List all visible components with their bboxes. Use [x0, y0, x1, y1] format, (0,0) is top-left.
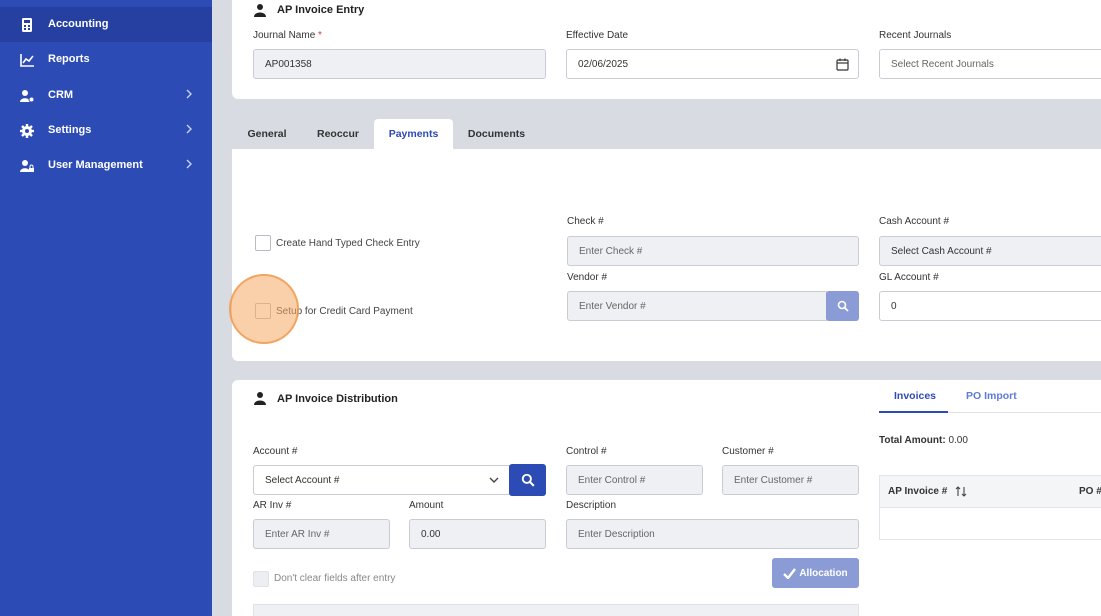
allocation-button[interactable]: Allocation: [772, 558, 859, 588]
user-icon: [254, 4, 266, 17]
sidebar-item-label: Accounting: [48, 18, 109, 30]
sidebar-item-label: User Management: [48, 159, 143, 171]
vendor-input[interactable]: Enter Vendor #: [567, 291, 827, 321]
cash-account-select[interactable]: Select Cash Account #: [879, 236, 1101, 266]
gl-account-label: GL Account #: [879, 272, 939, 283]
card-title: AP Invoice Distribution: [277, 393, 398, 405]
recent-journals-label: Recent Journals: [879, 30, 952, 41]
amount-input[interactable]: 0.00: [409, 519, 546, 549]
journal-name-input[interactable]: AP001358: [253, 49, 546, 79]
check-label: Check #: [567, 216, 604, 227]
gl-account-input[interactable]: 0: [879, 291, 1101, 321]
card-title: AP Invoice Entry: [277, 4, 365, 16]
vendor-label: Vendor #: [567, 272, 608, 283]
calculator-icon: [22, 18, 32, 32]
dont-clear-label: Don't clear fields after entry: [274, 573, 396, 584]
tab-reoccur[interactable]: Reoccur: [304, 119, 372, 149]
chevron-right-icon: [186, 89, 192, 99]
ap-invoice-distribution-card: AP Invoice Distribution Account # Select…: [232, 380, 1101, 616]
chevron-down-icon: [489, 477, 499, 483]
sidebar-item-crm[interactable]: CRM: [0, 78, 212, 113]
vendor-search-button[interactable]: [826, 291, 859, 321]
user-icon: [254, 392, 266, 405]
tab-documents[interactable]: Documents: [458, 119, 535, 149]
sidebar-item-settings[interactable]: Settings: [0, 113, 212, 148]
sidebar-item-user-management[interactable]: User Management: [0, 148, 212, 183]
chevron-right-icon: [186, 124, 192, 134]
sidebar-item-reports[interactable]: Reports: [0, 42, 212, 77]
description-label: Description: [566, 500, 617, 511]
users-cog-icon: [20, 90, 35, 103]
dont-clear-checkbox[interactable]: [253, 571, 269, 587]
amount-label: Amount: [409, 500, 444, 511]
payments-panel: Create Hand Typed Check Entry Setup for …: [232, 149, 1101, 361]
sidebar-item-label: CRM: [48, 89, 74, 101]
effective-date-label: Effective Date: [566, 30, 629, 41]
column-ap-invoice[interactable]: AP Invoice #: [888, 486, 947, 497]
hand-typed-check-label: Create Hand Typed Check Entry: [276, 238, 420, 249]
calendar-icon[interactable]: [836, 58, 849, 71]
tab-divider: [948, 412, 1101, 413]
sidebar-item-accounting[interactable]: Accounting: [0, 7, 212, 42]
column-po[interactable]: PO #: [1079, 486, 1101, 497]
customer-label: Customer #: [722, 446, 774, 457]
ar-inv-label: AR Inv #: [253, 500, 292, 511]
search-icon: [837, 300, 849, 312]
table-header: AP Invoice # PO #: [880, 476, 1101, 508]
gear-icon: [20, 124, 34, 138]
sidebar-item-label: Reports: [48, 53, 90, 65]
sidebar-item-label: Settings: [48, 124, 92, 136]
control-input[interactable]: Enter Control #: [566, 465, 703, 495]
active-tab-underline: [879, 411, 948, 413]
tab-general[interactable]: General: [235, 119, 299, 149]
customer-input[interactable]: Enter Customer #: [722, 465, 859, 495]
tab-invoices[interactable]: Invoices: [894, 390, 936, 402]
hand-typed-check-checkbox[interactable]: [255, 235, 271, 251]
account-label: Account #: [253, 446, 298, 457]
account-search-button[interactable]: [509, 464, 546, 496]
chevron-right-icon: [186, 159, 192, 169]
total-amount: Total Amount: 0.00: [879, 435, 968, 446]
sort-icon[interactable]: [955, 485, 967, 498]
description-input[interactable]: Enter Description: [566, 519, 859, 549]
chart-line-icon: [20, 54, 34, 67]
cash-account-label: Cash Account #: [879, 216, 950, 227]
search-icon: [521, 473, 535, 487]
ar-inv-input[interactable]: Enter AR Inv #: [253, 519, 390, 549]
check-input[interactable]: Enter Check #: [567, 236, 859, 266]
allocation-label: Allocation: [799, 567, 848, 579]
click-highlight: [229, 274, 299, 344]
tab-po-import[interactable]: PO Import: [966, 390, 1017, 402]
effective-date-input[interactable]: 02/06/2025: [566, 49, 859, 79]
control-label: Control #: [566, 446, 607, 457]
sidebar: Accounting Reports CRM Settings User Man…: [0, 0, 212, 616]
invoices-table: AP Invoice # PO #: [879, 475, 1101, 540]
distribution-grid: [253, 604, 859, 616]
user-lock-icon: [20, 160, 34, 172]
ap-invoice-entry-card: AP Invoice Entry Journal Name * AP001358…: [232, 0, 1101, 99]
account-select[interactable]: Select Account #: [253, 465, 510, 495]
check-icon: [783, 567, 797, 579]
tab-payments[interactable]: Payments: [374, 119, 453, 149]
journal-name-label: Journal Name *: [253, 30, 322, 41]
recent-journals-select[interactable]: Select Recent Journals: [879, 49, 1101, 79]
